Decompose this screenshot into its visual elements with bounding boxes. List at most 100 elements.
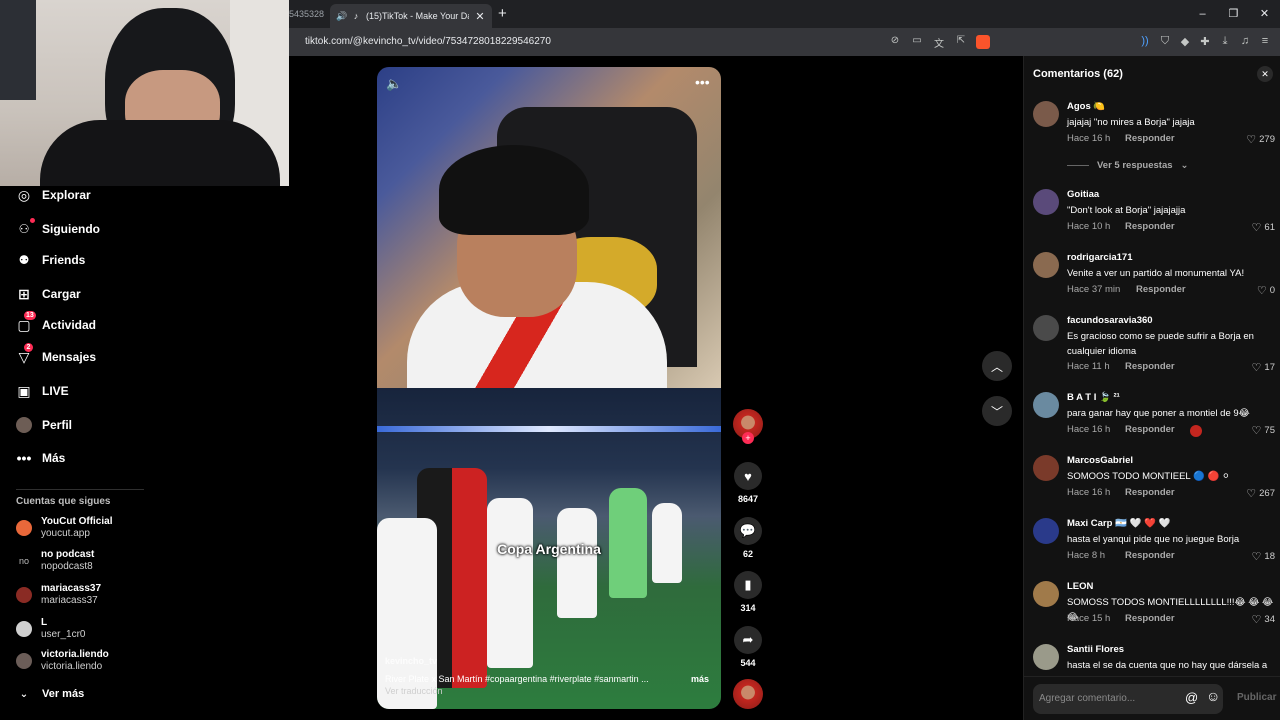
comment-username[interactable]: LEON [1067,581,1093,592]
close-window-button[interactable]: ✕ [1249,0,1280,28]
comment-like-button[interactable]: ♡ 61 [1252,221,1275,234]
live-icon: ▣ [17,382,31,399]
comments-header: Comentarios (62) [1033,68,1123,80]
heart-icon: ♡ [1251,551,1262,563]
nav-friends[interactable]: ⚉ Friends [16,252,86,268]
comment-like-button[interactable]: ♡ 17 [1252,361,1275,374]
comment-like-button[interactable]: ♡ 0 [1257,284,1275,297]
comment-username[interactable]: MarcosGabriel [1067,455,1133,466]
comment-username[interactable]: Agos 🍋 [1067,101,1105,112]
comment-username[interactable]: facundosaravia360 [1067,315,1153,326]
following-account[interactable]: YouCut Official youcut.app [16,516,112,540]
save-button[interactable]: ▮ 314 [730,571,766,613]
avatar[interactable] [1033,644,1059,670]
avatar[interactable] [1033,581,1059,607]
reply-button[interactable]: Responder [1125,550,1175,561]
previous-video-button[interactable]: ︿ [982,351,1012,381]
post-comment-button[interactable]: Publicar [1237,692,1276,703]
author-avatar[interactable]: + [730,409,766,444]
comment-like-button[interactable]: ♡ 279 [1246,133,1275,146]
comment-like-button[interactable]: ♡ 75 [1252,424,1275,437]
download-icon[interactable]: ⤓ [1218,35,1232,48]
emoji-icon[interactable]: ☺ [1206,688,1220,704]
share-button[interactable]: ➦ 544 [730,626,766,668]
active-tab[interactable]: 🔊 ♪ (15)TikTok - Make Your Day ✕ [330,4,492,28]
comment-button[interactable]: 💬 62 [730,517,766,559]
comment-username[interactable]: rodrigarcia171 [1067,252,1132,263]
url-field[interactable]: tiktok.com/@kevincho_tv/video/7534728018… [305,28,551,56]
brave-shields-icon[interactable] [976,35,990,49]
avatar[interactable] [1033,101,1059,127]
music-disc[interactable] [730,679,766,709]
nav-mensajes[interactable]: ▽ 2 Mensajes [16,343,96,365]
previous-tab[interactable]: 5435328 [289,0,329,28]
nav-actividad[interactable]: ▢ 13 Actividad [16,311,96,333]
following-account[interactable]: no no podcast nopodcast8 [16,549,94,573]
audio-icon[interactable]: )) [1138,35,1152,48]
nav-mas[interactable]: ••• Más [16,450,66,466]
restore-button[interactable]: ❐ [1218,0,1249,28]
music-icon[interactable]: ♫ [1238,35,1252,48]
minimize-button[interactable]: – [1187,0,1218,28]
comment-username[interactable]: Maxi Carp 🇦🇷 🤍 ❤️ 🤍 [1067,518,1170,529]
comment-like-button[interactable]: ♡ 34 [1252,613,1275,626]
reply-button[interactable]: Responder [1125,487,1175,498]
nav-live[interactable]: ▣ LIVE [16,382,68,399]
avatar[interactable] [1033,392,1059,418]
share-icon[interactable]: ⇱ [954,35,968,50]
comment-like-button[interactable]: ♡ 267 [1246,487,1275,500]
new-tab-button[interactable]: + [498,5,507,22]
comment-username[interactable]: Santii Flores [1067,644,1124,655]
comment-like-button[interactable]: ♡ 18 [1252,550,1275,563]
reply-button[interactable]: Responder [1125,424,1175,435]
reply-button[interactable]: Responder [1136,284,1186,295]
close-tab-icon[interactable]: ✕ [474,10,486,23]
comment-text: Es gracioso como se puede sufrir a Borja… [1067,331,1254,357]
following-account[interactable]: victoria.liendo victoria.liendo [16,649,109,673]
view-replies-button[interactable]: Ver 5 respuestas ⌄ [1067,160,1189,171]
speaker-icon[interactable]: 🔊 [336,11,347,21]
comment-username[interactable]: B A T I 🍃 ²¹ [1067,392,1120,403]
volume-icon[interactable]: 🔈 [386,76,402,92]
see-more-button[interactable]: ⌄ Ver más [16,686,84,702]
reply-button[interactable]: Responder [1125,133,1175,144]
activity-icon: ▢ 13 [17,311,36,333]
reply-button[interactable]: Responder [1125,221,1175,232]
like-button[interactable]: ♥ 8647 [730,462,766,504]
avatar[interactable] [1033,455,1059,481]
avatar: no [16,553,32,569]
reply-button[interactable]: Responder [1125,361,1175,372]
avatar[interactable] [1033,518,1059,544]
close-comments-icon[interactable]: ✕ [1257,66,1273,82]
extensions-puzzle-icon[interactable]: ✚ [1198,35,1212,48]
avatar[interactable] [1033,315,1059,341]
more-options-icon[interactable]: ••• [695,74,710,90]
comment-text: jajajaj "no mires a Borja" jajaja [1067,117,1195,128]
avatar[interactable] [1033,189,1059,215]
mention-icon[interactable]: @ [1185,690,1198,705]
next-video-button[interactable]: ﹀ [982,396,1012,426]
avatar[interactable] [1033,252,1059,278]
description-more-link[interactable]: más [691,674,709,684]
extension-icons: )) ⛉ ◆ ✚ ⤓ ♫ ≡ [1138,35,1272,48]
translate-icon[interactable]: 文 [932,35,946,50]
nav-perfil[interactable]: Perfil [16,417,72,433]
nav-cargar[interactable]: ⊞ Cargar [16,286,81,302]
nav-explorar[interactable]: ◎ Explorar [16,187,91,203]
comment-username[interactable]: Goitiaa [1067,189,1099,200]
nav-siguiendo[interactable]: ⚇ Siguiendo [16,218,100,237]
no-tracking-icon[interactable]: ⊘ [888,35,902,50]
translate-link[interactable]: Ver traducción [385,686,443,696]
cast-icon[interactable]: ▭ [910,35,924,50]
save-count: 314 [740,603,756,613]
profile-avatar [16,417,32,433]
wallet-icon[interactable]: ◆ [1178,35,1192,48]
following-account[interactable]: mariacass37 mariacass37 [16,583,101,607]
following-account[interactable]: Luser_1cr0 [16,617,85,641]
reply-button[interactable]: Responder [1125,613,1175,624]
video-author[interactable]: kevincho_tv [385,656,437,666]
video-player[interactable]: Copa Argentina [377,67,721,709]
shield-icon[interactable]: ⛉ [1158,35,1172,48]
follow-plus-icon[interactable]: + [742,432,754,444]
menu-icon[interactable]: ≡ [1258,35,1272,48]
